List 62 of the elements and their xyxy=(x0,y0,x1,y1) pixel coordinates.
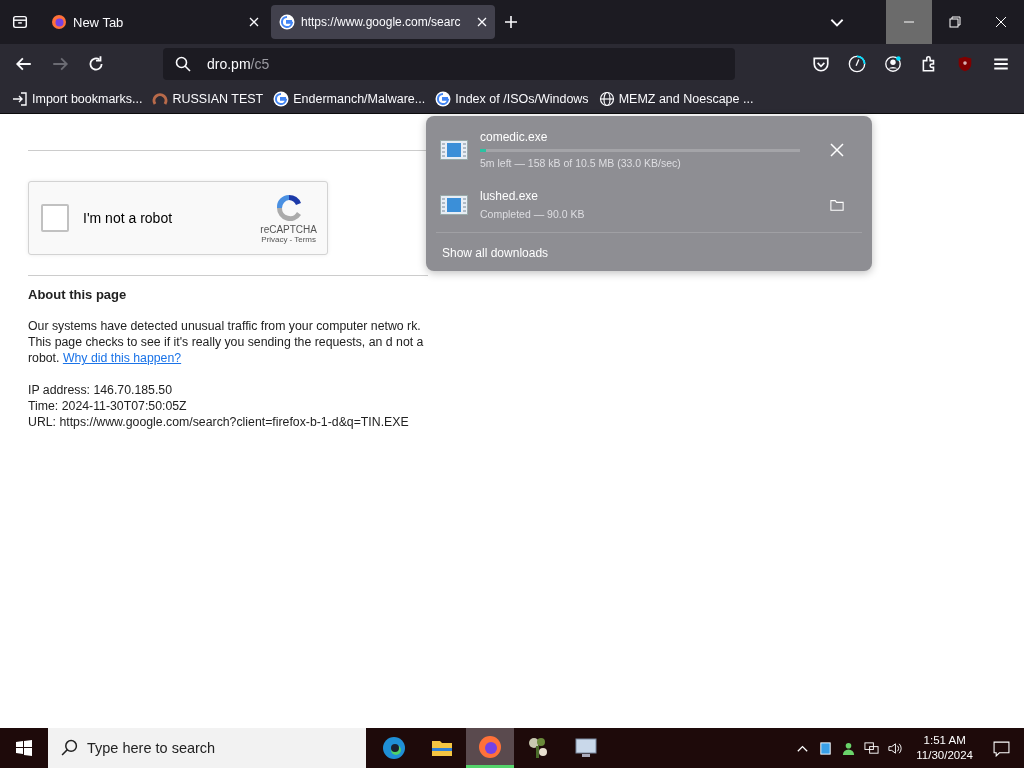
new-tab-icon[interactable] xyxy=(503,13,519,31)
info-line: IP address: 146.70.185.50 xyxy=(28,382,174,398)
tab-list-icon[interactable] xyxy=(11,13,29,31)
restore-icon xyxy=(949,16,961,28)
taskbar-search-field[interactable]: Type here to search xyxy=(48,728,366,768)
checkbox-label: I'm not a robot xyxy=(83,210,173,226)
download-progress-icon[interactable] xyxy=(848,55,866,73)
google-icon xyxy=(279,14,295,30)
file-name: lushed.exe xyxy=(480,189,540,203)
reload-icon[interactable] xyxy=(87,55,105,73)
google-icon xyxy=(273,90,290,107)
person-icon[interactable] xyxy=(841,740,857,756)
search-icon xyxy=(61,739,78,756)
windows-start-icon[interactable] xyxy=(16,740,32,756)
search-icon xyxy=(175,56,191,72)
close-tab-icon[interactable] xyxy=(249,17,259,27)
address-bar[interactable]: dro.pm/c5 xyxy=(163,48,735,80)
close-tab-icon[interactable] xyxy=(477,17,487,27)
pocket-icon[interactable] xyxy=(812,55,830,73)
tablet-icon[interactable] xyxy=(818,740,834,756)
file-icon xyxy=(440,194,468,215)
back-icon[interactable] xyxy=(15,55,33,73)
explanation-paragraph: Our systems have detected unusual traffic from your computer netwo rk. This page checks to see if it's really you sending the requests, an d not a robot. Why did this happen? xyxy=(28,318,425,366)
terms-link[interactable]: Terms xyxy=(294,235,316,244)
cancel-icon[interactable] xyxy=(830,142,844,157)
bookmark-item[interactable]: Endermanch/Malware... xyxy=(273,90,426,107)
close-icon xyxy=(995,16,1007,28)
ring-icon xyxy=(152,90,169,107)
privacy-link[interactable]: Privacy xyxy=(261,235,288,244)
plant-icon xyxy=(526,736,550,760)
folder-icon[interactable] xyxy=(830,197,844,212)
edge-icon xyxy=(382,736,406,760)
forward-icon[interactable] xyxy=(51,55,69,73)
why-link[interactable]: Why did this happen? xyxy=(62,351,182,365)
file-name: comedic.exe xyxy=(480,130,549,144)
import-icon xyxy=(12,90,28,107)
firefox-icon xyxy=(51,14,67,30)
google-icon xyxy=(435,90,452,107)
speaker-icon[interactable] xyxy=(887,740,903,756)
notification-icon[interactable] xyxy=(993,739,1010,757)
monitor-icon xyxy=(574,736,598,760)
bookmark-item[interactable]: MEMZ and Noescape ... xyxy=(598,90,754,107)
globe-icon xyxy=(598,90,615,107)
clock[interactable]: 1:51 AM 11/30/2024 xyxy=(916,733,973,763)
bookmark-item[interactable]: RUSSIAN TEST xyxy=(152,90,264,107)
separator-text: - xyxy=(289,235,293,244)
file-icon xyxy=(440,139,468,160)
recaptcha-label: reCAPTCHA xyxy=(260,224,317,235)
bookmark-item[interactable]: Import bookmarks... xyxy=(12,90,143,107)
download-status: 5m left — 158 kB of 10.5 MB (33.0 KB/sec) xyxy=(480,157,682,169)
info-line: URL: https://www.google.com/search?client=firefox-b-1-d&q=TIN.EXE xyxy=(28,414,410,430)
browser-tab[interactable]: New Tab xyxy=(43,5,267,39)
firefox-icon xyxy=(478,734,502,759)
shield-icon[interactable] xyxy=(956,55,974,73)
section-heading: About this page xyxy=(28,287,128,302)
download-status: Completed — 90.0 KB xyxy=(480,208,586,220)
checkbox[interactable] xyxy=(41,204,69,232)
account-icon[interactable] xyxy=(884,55,902,73)
info-line: Time: 2024-11-30T07:50:05Z xyxy=(28,398,188,414)
bookmark-item[interactable]: Index of /ISOs/Windows xyxy=(435,90,589,107)
browser-tab[interactable]: https://www.google.com/searc xyxy=(271,5,495,39)
network-icon[interactable] xyxy=(864,740,880,756)
